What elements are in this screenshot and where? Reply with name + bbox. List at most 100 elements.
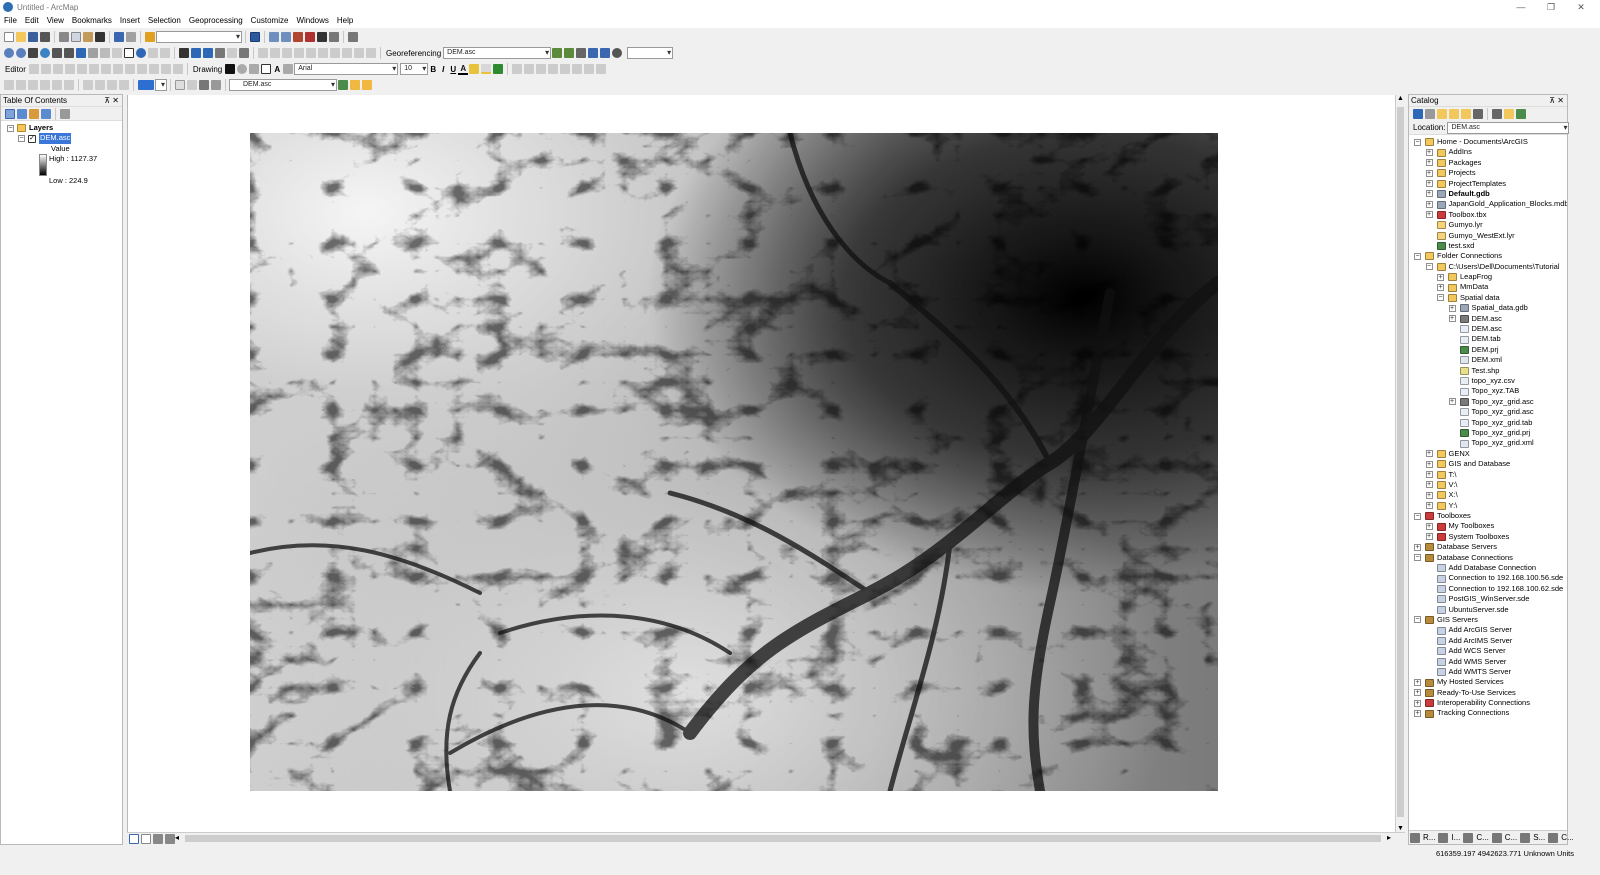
expand-icon[interactable]: + (1425, 460, 1433, 468)
location-combo[interactable]: DEM.asc (1447, 121, 1570, 134)
print-icon[interactable] (40, 32, 50, 42)
python-window-icon[interactable] (317, 32, 327, 42)
maximize-button[interactable]: ❐ (1536, 0, 1566, 14)
catalog-item[interactable]: test.sxd (1409, 241, 1567, 251)
editor-menu[interactable]: Editor (3, 65, 28, 74)
catalog-item[interactable]: − GIS Servers (1409, 615, 1567, 625)
catalog-item[interactable]: − Toolboxes (1409, 511, 1567, 521)
collapse-icon[interactable]: − (1414, 252, 1421, 260)
hyperlink-icon[interactable] (148, 48, 158, 58)
data-view-icon[interactable] (129, 834, 139, 844)
shift-icon[interactable] (564, 48, 575, 58)
contrast-icon[interactable] (187, 80, 197, 90)
menu-windows[interactable]: Windows (292, 14, 332, 28)
paste-icon[interactable] (83, 32, 93, 42)
catalog-item[interactable]: + Ready-To-Use Services (1409, 688, 1567, 698)
catalog-item[interactable]: + X:\ (1409, 490, 1567, 500)
catalog-back-icon[interactable] (1413, 109, 1423, 119)
expand-icon[interactable]: + (1425, 481, 1433, 489)
model-builder-icon[interactable] (329, 32, 339, 42)
map-vertical-scrollbar[interactable]: ▲ ▼ (1395, 95, 1405, 832)
menu-bookmarks[interactable]: Bookmarks (68, 14, 116, 28)
bold-button[interactable]: B (428, 65, 438, 74)
expand-icon[interactable]: + (1437, 283, 1444, 291)
select-features-icon[interactable] (100, 48, 110, 58)
catalog-item[interactable]: + Packages (1409, 158, 1567, 168)
catalog-item[interactable]: + Interoperability Connections (1409, 698, 1567, 708)
fill-color-icon[interactable] (469, 64, 480, 74)
catalog-item[interactable]: DEM.tab (1409, 334, 1567, 344)
menu-edit[interactable]: Edit (21, 14, 43, 28)
toc-layers-row[interactable]: − Layers (1, 123, 122, 133)
pause-drawing-icon[interactable] (165, 834, 175, 844)
editor-toolbar-icon[interactable] (250, 32, 260, 42)
minimize-button[interactable]: — (1506, 0, 1536, 14)
catalog-item[interactable]: Add WMTS Server (1409, 667, 1567, 677)
layout-view-tab-icon[interactable] (141, 834, 151, 844)
expand-icon[interactable]: + (1437, 273, 1444, 281)
italic-button[interactable]: I (438, 65, 448, 74)
expand-icon[interactable]: + (1425, 200, 1433, 208)
rectangle-icon[interactable] (261, 64, 272, 74)
catalog-item[interactable]: + MmData (1409, 282, 1567, 292)
bottom-tab-6[interactable]: C... (1559, 833, 1575, 842)
catalog-item[interactable]: + JapanGold_Application_Blocks.mdb (1409, 199, 1567, 209)
expand-icon[interactable]: + (1414, 689, 1421, 697)
font-size-combo[interactable]: 10 (400, 63, 429, 75)
catalog-item[interactable]: + ProjectTemplates (1409, 179, 1567, 189)
catalog-item[interactable]: + Tracking Connections (1409, 708, 1567, 718)
add-data-icon[interactable] (145, 32, 155, 42)
catalog-item[interactable]: + GENX (1409, 449, 1567, 459)
bottom-tab-3-icon[interactable] (1463, 832, 1474, 843)
catalog-item[interactable]: Add Database Connection (1409, 563, 1567, 573)
catalog-item[interactable]: Add WMS Server (1409, 657, 1567, 667)
rotate-icon[interactable] (552, 48, 563, 58)
catalog-item[interactable]: + DEM.asc (1409, 314, 1567, 324)
effects-2-icon[interactable] (350, 80, 360, 90)
collapse-icon[interactable]: − (1437, 294, 1444, 302)
catalog-item[interactable]: DEM.prj (1409, 345, 1567, 355)
expand-icon[interactable]: + (1425, 533, 1433, 541)
rotate-element-icon[interactable] (237, 64, 248, 74)
bottom-tab-2-icon[interactable] (1438, 832, 1449, 843)
layer-collapse-icon[interactable]: − (18, 134, 25, 142)
catalog-item[interactable]: Gumyo_WestExt.lyr (1409, 231, 1567, 241)
text-tool-icon[interactable]: A (272, 65, 282, 74)
catalog-item[interactable]: − Database Connections (1409, 553, 1567, 563)
menu-selection[interactable]: Selection (144, 14, 185, 28)
save-icon[interactable] (28, 32, 38, 42)
close-button[interactable]: ✕ (1566, 0, 1596, 14)
catalog-item[interactable]: + Toolbox.tbx (1409, 210, 1567, 220)
font-name-combo[interactable]: Arial (294, 63, 399, 75)
expand-icon[interactable]: + (1425, 471, 1433, 478)
color-swatch-icon[interactable] (138, 80, 154, 90)
menu-customize[interactable]: Customize (247, 14, 293, 28)
font-color-button[interactable]: A (458, 64, 469, 75)
catalog-item[interactable]: + My Toolboxes (1409, 521, 1567, 531)
map-horizontal-scrollbar[interactable]: ◂ ▸ (127, 832, 1405, 844)
marker-color-icon[interactable] (493, 64, 504, 74)
time-icon[interactable] (612, 48, 623, 58)
toc-collapse-icon[interactable]: − (7, 124, 14, 132)
vertical-scroll-thumb[interactable] (1397, 107, 1404, 817)
horizontal-scroll-thumb[interactable] (185, 835, 1381, 842)
catalog-item[interactable]: − Folder Connections (1409, 251, 1567, 261)
bottom-tab-3[interactable]: C... (1474, 833, 1490, 842)
select-elements-arrow-icon[interactable] (225, 64, 236, 74)
toolbar-options-icon[interactable] (348, 32, 358, 42)
cut-icon[interactable] (59, 32, 69, 42)
georef-layer-combo[interactable]: DEM.asc (443, 47, 552, 59)
undo-icon[interactable] (114, 32, 124, 42)
collapse-icon[interactable]: − (1425, 263, 1433, 271)
catalog-item[interactable]: + GIS and Database (1409, 459, 1567, 469)
color-dropdown[interactable] (155, 79, 167, 91)
layer-name[interactable]: DEM.asc (39, 133, 72, 144)
collapse-icon[interactable]: − (1414, 138, 1421, 146)
view-link-table-icon[interactable] (588, 48, 599, 58)
expand-icon[interactable]: + (1425, 450, 1433, 458)
layer-visibility-checkbox[interactable]: ✓ (28, 134, 36, 143)
expand-icon[interactable]: + (1425, 522, 1433, 530)
catalog-item[interactable]: Add ArcGIS Server (1409, 625, 1567, 635)
menu-file[interactable]: File (0, 14, 21, 28)
bottom-tab-6-icon[interactable] (1548, 832, 1559, 843)
